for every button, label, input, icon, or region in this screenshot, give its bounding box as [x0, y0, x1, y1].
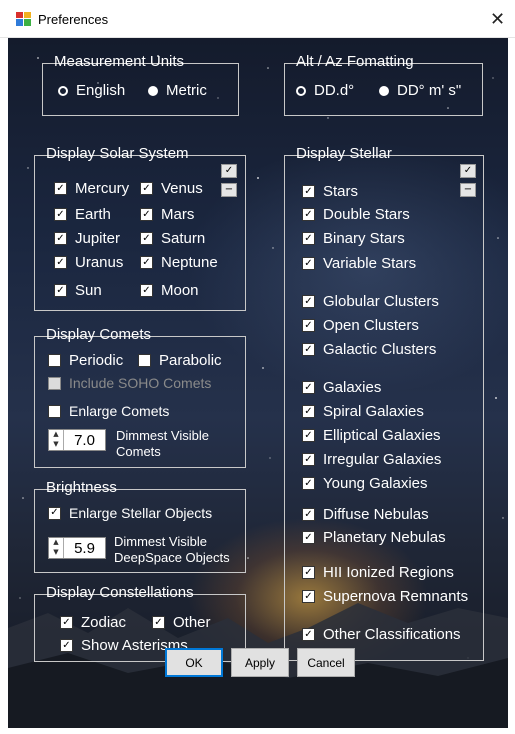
earth-checkbox[interactable]: ✓ Earth [54, 206, 111, 223]
english-radio[interactable]: English [58, 82, 125, 99]
elliptical-galaxies-checkbox[interactable]: ✓ Elliptical Galaxies [302, 427, 441, 444]
radio-button[interactable] [379, 85, 389, 96]
mars-checkbox[interactable]: ✓ Mars [140, 206, 194, 223]
apply-button[interactable]: Apply [231, 648, 289, 677]
enlarge-comets-checkbox[interactable]: Enlarge Comets [48, 403, 169, 419]
enlarge-stellar-checkbox[interactable]: ✓ Enlarge Stellar Objects [48, 505, 212, 521]
venus-checkbox[interactable]: ✓ Venus [140, 180, 203, 197]
spinner-arrows[interactable]: ▲ ▼ [49, 538, 64, 558]
supernova-remnants-checkbox[interactable]: ✓ Supernova Remnants [302, 588, 468, 605]
close-icon: ✕ [489, 8, 506, 29]
zodiac-checkbox[interactable]: ✓ Zodiac [60, 614, 126, 631]
hii-regions-checkbox[interactable]: ✓ HII Ionized Regions [302, 564, 454, 581]
radio-button[interactable] [296, 85, 306, 96]
cancel-button[interactable]: Cancel [297, 648, 355, 677]
binary-stars-checkbox[interactable]: ✓ Binary Stars [302, 230, 405, 247]
mercury-checkbox[interactable]: ✓ Mercury [54, 180, 129, 197]
solar-check-all-button[interactable]: ✓ [221, 164, 237, 178]
stars-checkbox[interactable]: ✓ Stars [302, 183, 358, 200]
parabolic-checkbox[interactable]: Parabolic [138, 352, 222, 369]
variable-stars-checkbox[interactable]: ✓ Variable Stars [302, 255, 416, 272]
window-title: Preferences [38, 12, 109, 27]
sun-checkbox[interactable]: ✓ Sun [54, 282, 102, 299]
other-classifications-checkbox[interactable]: ✓ Other Classifications [302, 626, 461, 643]
comets-dimmest-spinner[interactable]: ▲ ▼ 7.0 [48, 429, 106, 451]
moon-checkbox[interactable]: ✓ Moon [140, 282, 199, 299]
ok-button[interactable]: OK [165, 648, 223, 677]
neptune-checkbox[interactable]: ✓ Neptune [140, 254, 218, 271]
diffuse-nebulas-checkbox[interactable]: ✓ Diffuse Nebulas [302, 506, 429, 523]
galaxies-checkbox[interactable]: ✓ Galaxies [302, 379, 381, 396]
other-constellations-checkbox[interactable]: ✓ Other [152, 614, 211, 631]
deepspace-dimmest-label: Dimmest Visible DeepSpace Objects [114, 534, 230, 565]
group-title: Display Solar System [46, 145, 189, 162]
irregular-galaxies-checkbox[interactable]: ✓ Irregular Galaxies [302, 451, 441, 468]
group-title: Display Stellar [296, 145, 392, 162]
galactic-clusters-checkbox[interactable]: ✓ Galactic Clusters [302, 341, 436, 358]
spinner-arrows[interactable]: ▲ ▼ [49, 430, 64, 450]
jupiter-checkbox[interactable]: ✓ Jupiter [54, 230, 120, 247]
solar-uncheck-all-button[interactable]: − [221, 183, 237, 197]
spiral-galaxies-checkbox[interactable]: ✓ Spiral Galaxies [302, 403, 424, 420]
young-galaxies-checkbox[interactable]: ✓ Young Galaxies [302, 475, 428, 492]
open-clusters-checkbox[interactable]: ✓ Open Clusters [302, 317, 419, 334]
soho-comets-checkbox[interactable]: Include SOHO Comets [48, 375, 211, 391]
stellar-check-all-button[interactable]: ✓ [460, 164, 476, 178]
group-title: Alt / Az Fomatting [296, 53, 414, 70]
group-title: Display Comets [46, 326, 152, 343]
radio-button[interactable] [148, 85, 158, 96]
metric-radio[interactable]: Metric [148, 82, 207, 99]
periodic-checkbox[interactable]: Periodic [48, 352, 123, 369]
stellar-uncheck-all-button[interactable]: − [460, 183, 476, 197]
app-grid-icon [16, 12, 31, 26]
group-title: Brightness [46, 479, 117, 496]
deepspace-dimmest-spinner[interactable]: ▲ ▼ 5.9 [48, 537, 106, 559]
dd-dms-radio[interactable]: DD° m' s" [379, 82, 461, 99]
title-bar: Preferences ✕ [0, 0, 515, 38]
planetary-nebulas-checkbox[interactable]: ✓ Planetary Nebulas [302, 529, 446, 546]
close-button[interactable]: ✕ [480, 0, 515, 38]
group-title: Display Constellations [46, 584, 194, 601]
globular-clusters-checkbox[interactable]: ✓ Globular Clusters [302, 293, 439, 310]
group-title: Measurement Units [54, 53, 185, 70]
dd-decimal-radio[interactable]: DD.d° [296, 82, 354, 99]
saturn-checkbox[interactable]: ✓ Saturn [140, 230, 205, 247]
double-stars-checkbox[interactable]: ✓ Double Stars [302, 206, 410, 223]
radio-button[interactable] [58, 85, 68, 96]
comets-dimmest-label: Dimmest Visible Comets [116, 428, 209, 459]
uranus-checkbox[interactable]: ✓ Uranus [54, 254, 123, 271]
